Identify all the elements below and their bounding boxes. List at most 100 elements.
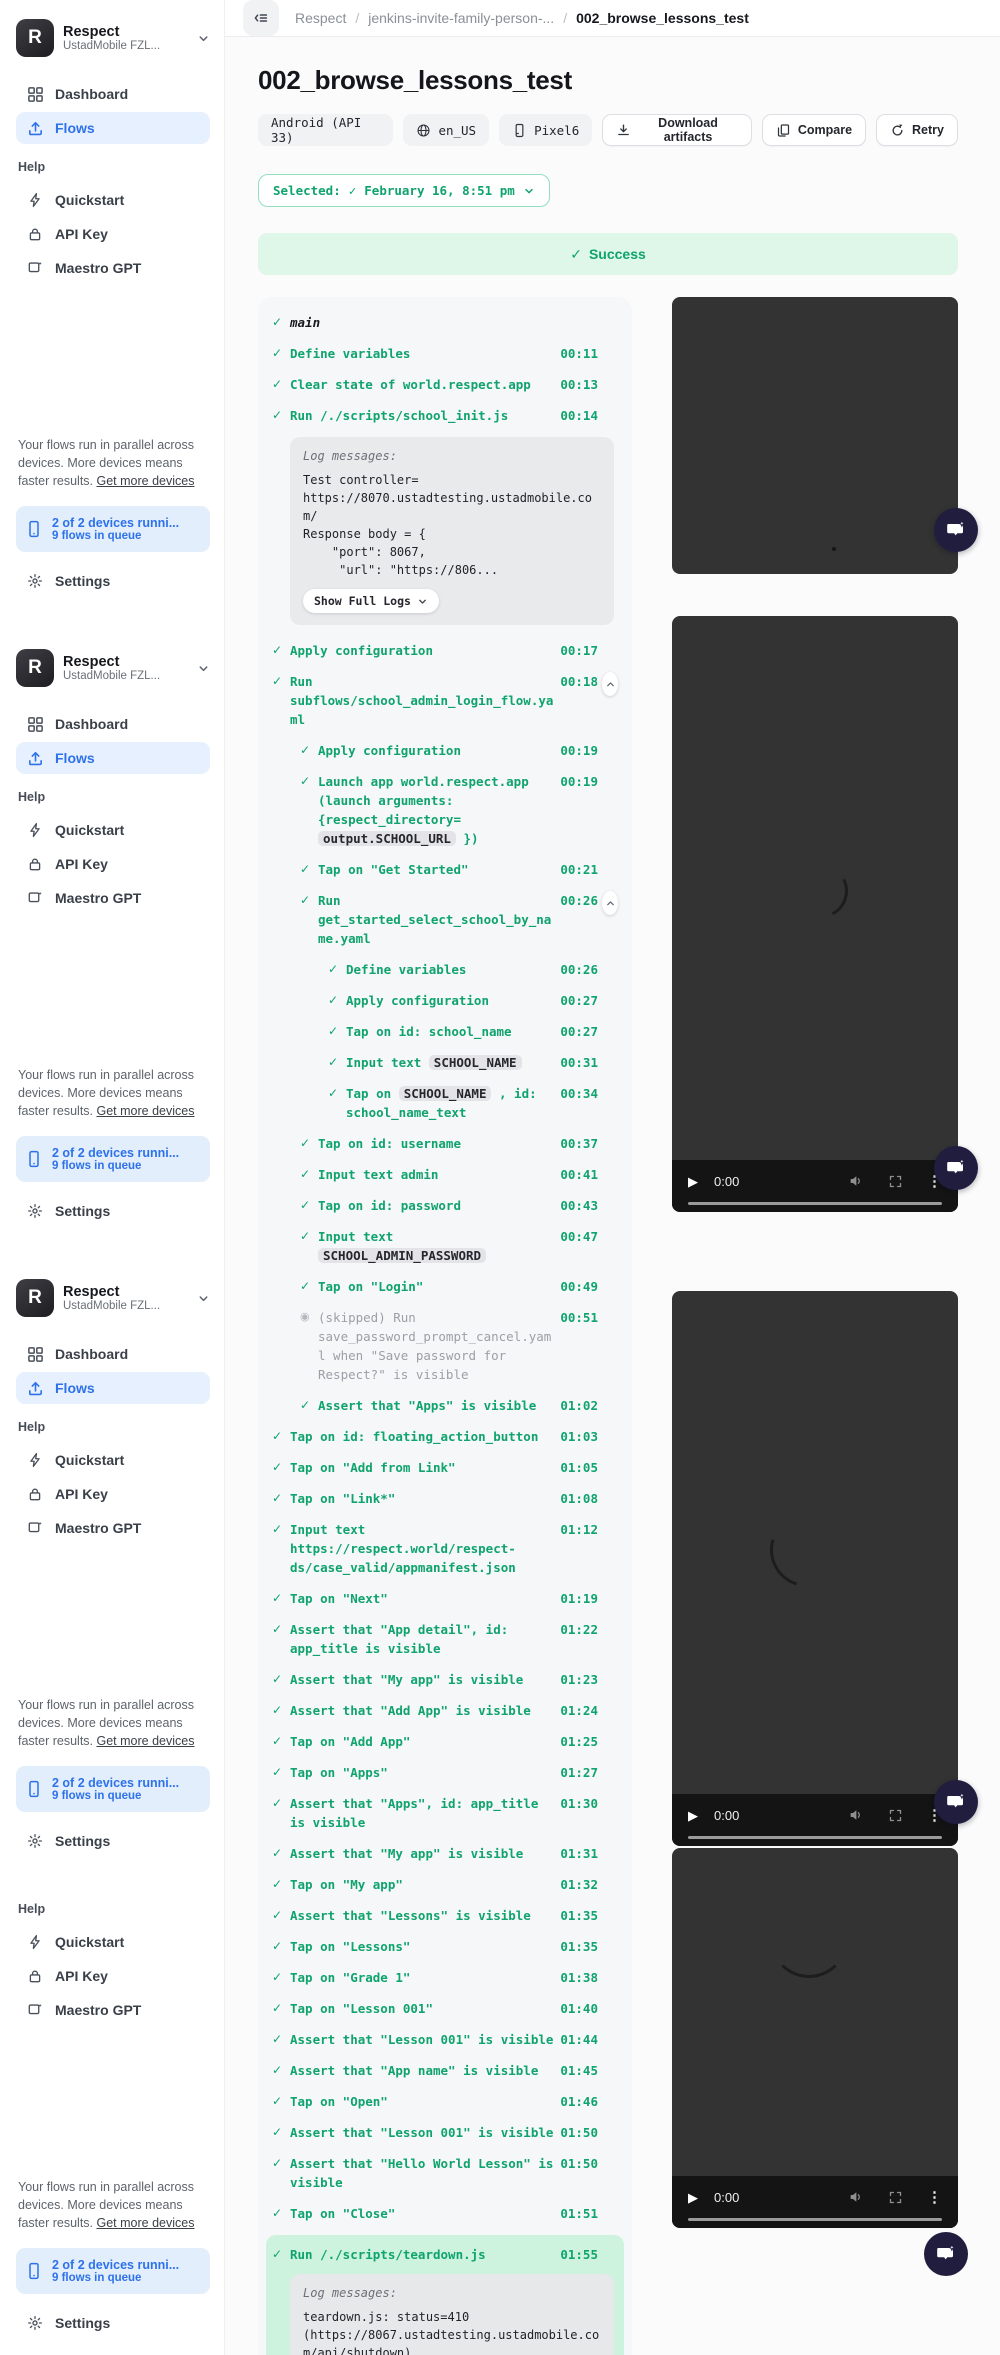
log-messages-label: Log messages: (303, 449, 397, 463)
sidebar-item-api-key[interactable]: API Key (16, 218, 210, 250)
sidebar-item-flows[interactable]: Flows (16, 742, 210, 774)
get-more-devices-link[interactable]: Get more devices (97, 1734, 195, 1748)
play-button[interactable]: ▶ (688, 2191, 698, 2204)
fullscreen-icon[interactable] (888, 1808, 903, 1823)
workspace-switcher[interactable]: R Respect UstadMobile FZL... (16, 642, 210, 694)
device-video[interactable]: ▶ 0:00 ⋮ (672, 1848, 958, 2228)
step-label: Assert that "Hello World Lesson" is visi… (290, 2156, 554, 2190)
selected-run-dropdown[interactable]: Selected: ✓ February 16, 8:51 pm (258, 174, 550, 207)
sidebar-item-settings[interactable]: Settings (16, 2308, 210, 2338)
phone-icon (25, 2262, 43, 2280)
sidebar-item-flows[interactable]: Flows (16, 1372, 210, 1404)
step-time: 01:22 (560, 1622, 598, 1637)
screen-record-fab[interactable] (924, 2232, 968, 2276)
step-row: ✓ Tap on "Link*" 01:08 (272, 1489, 618, 1508)
skipped-icon: ◉ (300, 1311, 310, 1323)
devices-status[interactable]: 2 of 2 devices runni... 9 flows in queue (16, 1766, 210, 1812)
step-gutter (598, 672, 618, 696)
step-row: ✓ Assert that "My app" is visible 01:23 (272, 1670, 618, 1689)
kebab-menu-icon[interactable]: ⋮ (927, 2188, 942, 2206)
upload-icon (26, 750, 44, 767)
step-time: 00:34 (560, 1086, 598, 1101)
screen-record-fab[interactable] (934, 508, 978, 552)
show-full-logs-button[interactable]: Show Full Logs (303, 589, 439, 613)
sidebar-item-label: Flows (55, 120, 95, 136)
devices-status[interactable]: 2 of 2 devices runni... 9 flows in queue (16, 506, 210, 552)
play-button[interactable]: ▶ (688, 1809, 698, 1822)
breadcrumb-separator: / (355, 10, 360, 26)
step-time: 01:24 (560, 1703, 598, 1718)
sidebar-item-quickstart[interactable]: Quickstart (16, 1926, 210, 1958)
loading-arc (786, 856, 856, 926)
sidebar-item-api-key[interactable]: API Key (16, 1478, 210, 1510)
workspace-switcher[interactable]: R Respect UstadMobile FZL... (16, 1272, 210, 1324)
step-row: ✓ Tap on "Grade 1" 01:38 (272, 1968, 618, 1987)
mute-icon[interactable] (848, 1173, 864, 1189)
sidebar-item-maestro-gpt[interactable]: Maestro GPT (16, 1994, 210, 2026)
lock-icon (26, 856, 44, 872)
brand-org: UstadMobile FZL... (63, 1300, 161, 1312)
video-wrap (672, 297, 978, 574)
step-label: Input text admin (318, 1167, 439, 1182)
sidebar-item-maestro-gpt[interactable]: Maestro GPT (16, 1512, 210, 1544)
mute-icon[interactable] (848, 2189, 864, 2205)
sidebar-item-settings[interactable]: Settings (16, 1196, 210, 1226)
lightning-icon (26, 1452, 44, 1468)
sidebar-item-label: Maestro GPT (55, 890, 142, 906)
play-button[interactable]: ▶ (688, 1175, 698, 1188)
sidebar-item-quickstart[interactable]: Quickstart (16, 1444, 210, 1476)
screen-record-fab[interactable] (934, 1146, 978, 1190)
loading-arc (770, 1900, 848, 1978)
sidebar-item-settings[interactable]: Settings (16, 1826, 210, 1856)
step-label: Input text SCHOOL_NAME (346, 1053, 556, 1072)
breadcrumb-item[interactable]: 002_browse_lessons_test (576, 10, 749, 26)
video-progress-bar[interactable] (688, 2217, 942, 2221)
check-icon: ✓ (272, 2032, 283, 2046)
get-more-devices-link[interactable]: Get more devices (97, 474, 195, 488)
step-label: Run get_started_select_school_by_name.ya… (318, 893, 552, 946)
sidebar-item-dashboard[interactable]: Dashboard (16, 1338, 210, 1370)
step-row: ✓ Input text SCHOOL_NAME 00:31 (272, 1053, 618, 1072)
sidebar-item-quickstart[interactable]: Quickstart (16, 814, 210, 846)
mute-icon[interactable] (848, 1807, 864, 1823)
video-progress-bar[interactable] (688, 1835, 942, 1839)
breadcrumb-item[interactable]: jenkins-invite-family-person-... (368, 10, 554, 26)
step-label: Define variables (346, 962, 467, 977)
step-time: 01:32 (560, 1877, 598, 1892)
chevron-down-icon (197, 1292, 210, 1305)
video-progress-bar[interactable] (688, 1201, 942, 1205)
compare-button[interactable]: Compare (761, 114, 867, 146)
collapse-sidebar-button[interactable] (243, 0, 279, 36)
device-video[interactable]: ▶ 0:00 ⋮ (672, 1291, 958, 1846)
devices-status[interactable]: 2 of 2 devices runni... 9 flows in queue (16, 2248, 210, 2294)
screen-record-fab[interactable] (934, 1780, 978, 1824)
breadcrumb-item[interactable]: Respect (295, 10, 346, 26)
sidebar-item-settings[interactable]: Settings (16, 566, 210, 596)
device-video[interactable]: ▶ 0:00 ⋮ (672, 616, 958, 1212)
fullscreen-icon[interactable] (888, 2190, 903, 2205)
get-more-devices-link[interactable]: Get more devices (97, 1104, 195, 1118)
collapse-step-button[interactable] (602, 672, 618, 696)
workspace-switcher[interactable]: R Respect UstadMobile FZL... (16, 12, 210, 64)
sidebar-item-api-key[interactable]: API Key (16, 1960, 210, 1992)
sidebar-item-flows[interactable]: Flows (16, 112, 210, 144)
collapse-step-button[interactable] (602, 891, 618, 915)
devices-status-subtitle: 9 flows in queue (52, 1790, 142, 1802)
download-artifacts-button[interactable]: Download artifacts (602, 114, 752, 146)
device-video[interactable] (672, 297, 958, 574)
sidebar-item-api-key[interactable]: API Key (16, 848, 210, 880)
sidebar-item-dashboard[interactable]: Dashboard (16, 708, 210, 740)
top-bar: Respect / jenkins-invite-family-person-...… (225, 0, 1000, 37)
devices-status[interactable]: 2 of 2 devices runni... 9 flows in queue (16, 1136, 210, 1182)
sidebar-item-maestro-gpt[interactable]: Maestro GPT (16, 882, 210, 914)
sidebar-item-label: API Key (55, 1968, 108, 1984)
check-icon: ✓ (272, 1429, 283, 1443)
sidebar-item-dashboard[interactable]: Dashboard (16, 78, 210, 110)
sidebar-item-quickstart[interactable]: Quickstart (16, 184, 210, 216)
step-time: 00:51 (560, 1310, 598, 1325)
get-more-devices-link[interactable]: Get more devices (97, 2216, 195, 2230)
devices-status-subtitle: 9 flows in queue (52, 2272, 142, 2284)
sidebar-item-maestro-gpt[interactable]: Maestro GPT (16, 252, 210, 284)
retry-button[interactable]: Retry (876, 114, 958, 146)
fullscreen-icon[interactable] (888, 1174, 903, 1189)
